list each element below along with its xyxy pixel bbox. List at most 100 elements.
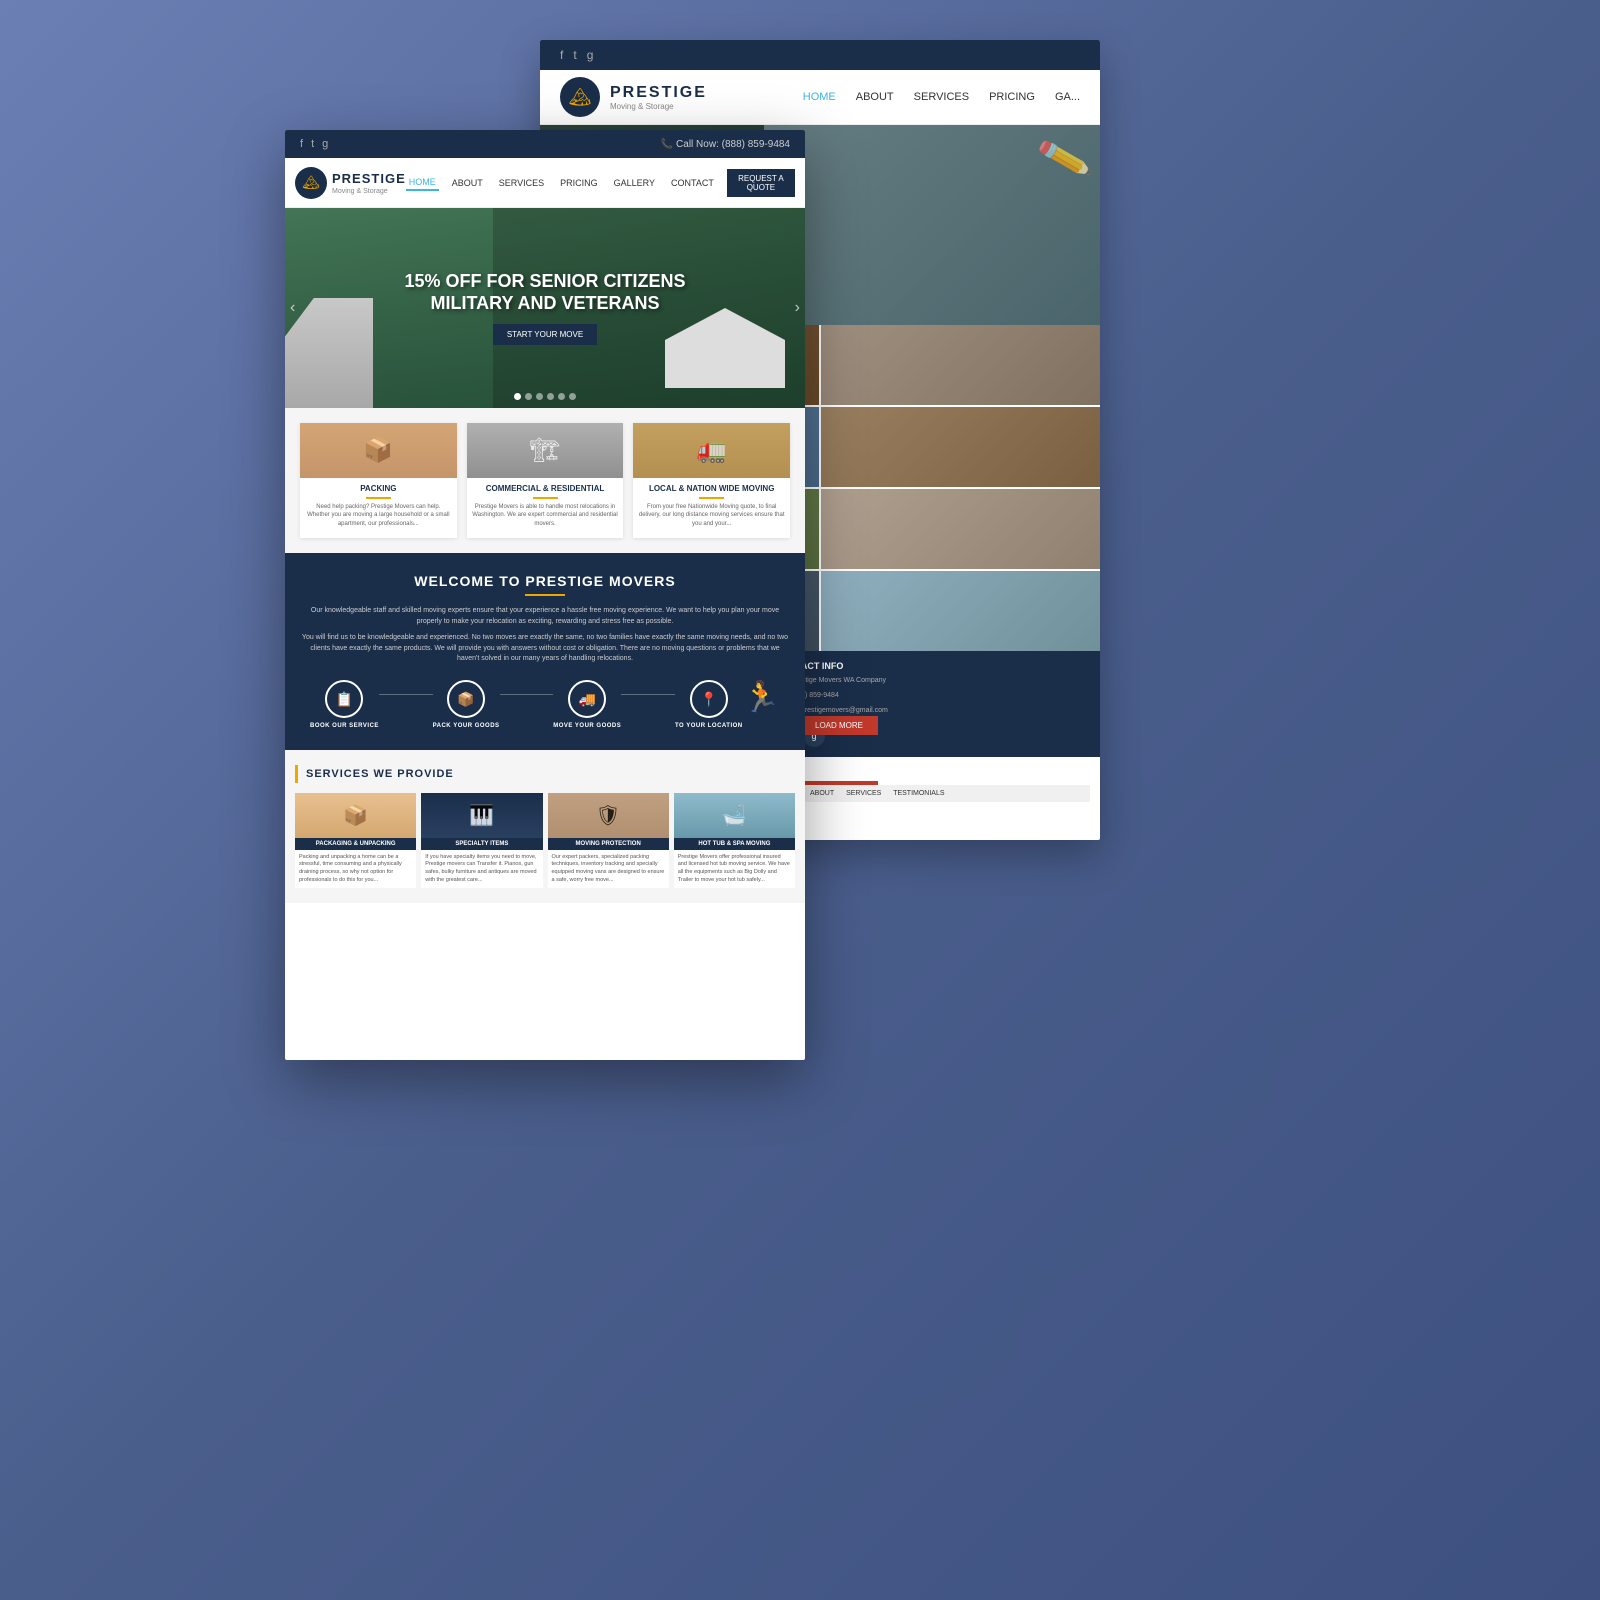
load-more-btn-1[interactable]: LOAD MORE	[800, 716, 878, 735]
step-connector-2	[500, 694, 554, 695]
provide-label-packaging: PACKAGING & UNPACKING	[295, 838, 416, 850]
nav-link-services[interactable]: SERVICES	[496, 176, 547, 190]
local-underline	[699, 497, 724, 499]
hero-dot-1[interactable]	[514, 393, 521, 400]
step-connector-3	[621, 694, 675, 695]
step-book-label: BOOK OUR SERVICE	[310, 723, 379, 729]
protection-icon: 🛡	[548, 793, 669, 838]
step-connector-1	[379, 694, 433, 695]
hero-next-arrow[interactable]: ›	[795, 299, 800, 317]
back-nav-pricing[interactable]: PRICING	[989, 91, 1035, 103]
hero-prev-arrow[interactable]: ‹	[290, 299, 295, 317]
commercial-underline	[533, 497, 558, 499]
provide-label-specialty: SPECIALTY ITEMS	[421, 838, 542, 850]
provide-img-hottub: 🛁	[674, 793, 795, 838]
nav-link-home[interactable]: HOME	[406, 175, 439, 191]
step-move-icon: 🚚	[568, 680, 606, 718]
service-card-packing: 📦 PACKING Need help packing? Prestige Mo…	[300, 423, 457, 538]
nav-link-pricing[interactable]: PRICING	[557, 176, 601, 190]
packing-illustration: 📦	[300, 423, 457, 478]
steps-row: 📋 BOOK OUR SERVICE 📦 PACK YOUR GOODS 🚚 M…	[300, 680, 790, 730]
services-provide-header: SERVICES WE PROVIDE	[295, 765, 795, 783]
front-twitter-icon[interactable]: t	[311, 138, 314, 150]
front-logo-sub: Moving & Storage	[332, 188, 406, 195]
service-title-local: LOCAL & NATION WIDE MOVING	[638, 484, 785, 493]
front-nav-links: HOME ABOUT SERVICES PRICING GALLERY CONT…	[406, 169, 795, 197]
back-facebook-icon[interactable]: f	[560, 48, 563, 62]
front-logo: 🏔 PRESTIGE Moving & Storage	[295, 167, 406, 199]
packaging-icon: 📦	[295, 793, 416, 838]
back-nav-home[interactable]: HOME	[803, 91, 836, 103]
front-facebook-icon[interactable]: f	[300, 138, 303, 150]
provide-card-hottub: 🛁 HOT TUB & SPA MOVING Prestige Movers o…	[674, 793, 795, 889]
provide-label-hottub: HOT TUB & SPA MOVING	[674, 838, 795, 850]
hero-title-line1: 15% OFF FOR SENIOR CITIZENS	[404, 271, 685, 293]
front-logo-text: PRESTIGE	[332, 171, 406, 186]
hero-dot-2[interactable]	[525, 393, 532, 400]
back-tab-about[interactable]: ABOUT	[810, 790, 834, 797]
gallery-thumb-2	[821, 325, 1100, 405]
back-google-icon[interactable]: g	[587, 48, 594, 62]
back-nav: 🏔 PRESTIGE Moving & Storage HOME ABOUT S…	[540, 70, 1100, 125]
request-quote-button[interactable]: REQUEST A QUOTE	[727, 169, 795, 197]
nav-link-about[interactable]: ABOUT	[449, 176, 486, 190]
hero-pagination-dots	[514, 393, 576, 400]
front-social-bar: f t g 📞 Call Now: (888) 859-9484	[285, 130, 805, 158]
back-twitter-icon[interactable]: t	[573, 48, 576, 62]
hero-dot-4[interactable]	[547, 393, 554, 400]
service-card-local: 🚛 LOCAL & NATION WIDE MOVING From your f…	[633, 423, 790, 538]
welcome-title: WELCOME TO PRESTIGE MOVERS	[300, 573, 790, 589]
section-accent-bar	[295, 765, 298, 783]
provide-cards-row: 📦 PACKAGING & UNPACKING Packing and unpa…	[295, 793, 795, 889]
provide-card-protection: 🛡 MOVING PROTECTION Our expert packers, …	[548, 793, 669, 889]
hero-dot-3[interactable]	[536, 393, 543, 400]
welcome-text-2: You will find us to be knowledgeable and…	[300, 633, 790, 665]
back-nav-gallery[interactable]: GA...	[1055, 91, 1080, 103]
provide-img-packaging: 📦	[295, 793, 416, 838]
welcome-text-1: Our knowledgeable staff and skilled movi…	[300, 606, 790, 627]
step-pack-icon: 📦	[447, 680, 485, 718]
provide-label-protection: MOVING PROTECTION	[548, 838, 669, 850]
gallery-thumb-4	[821, 407, 1100, 487]
hero-section: 15% OFF FOR SENIOR CITIZENS MILITARY AND…	[285, 208, 805, 408]
provide-desc-specialty: If you have specialty items you need to …	[421, 850, 542, 889]
gallery-thumb-6	[821, 489, 1100, 569]
front-logo-text-container: PRESTIGE Moving & Storage	[332, 170, 406, 195]
back-nav-services[interactable]: SERVICES	[914, 91, 969, 103]
back-tab-testimonials[interactable]: TESTIMONIALS	[893, 790, 944, 797]
back-nav-about[interactable]: ABOUT	[856, 91, 894, 103]
back-tab-services[interactable]: SERVICES	[846, 790, 881, 797]
front-google-icon[interactable]: g	[322, 138, 328, 150]
back-logo-text: PRESTIGE	[610, 84, 707, 101]
nav-link-contact[interactable]: CONTACT	[668, 176, 717, 190]
step-deliver: 📍 TO YOUR LOCATION	[675, 680, 743, 729]
hero-title-line2: MILITARY AND VETERANS	[404, 293, 685, 315]
step-pack-label: PACK YOUR GOODS	[433, 723, 500, 729]
service-img-local: 🚛	[633, 423, 790, 478]
provide-card-specialty: 🎹 SPECIALTY ITEMS If you have specialty …	[421, 793, 542, 889]
provide-desc-packaging: Packing and unpacking a home can be a st…	[295, 850, 416, 889]
nav-link-gallery[interactable]: GALLERY	[611, 176, 658, 190]
provide-desc-protection: Our expert packers, specialized packing …	[548, 850, 669, 889]
hottub-icon: 🛁	[674, 793, 795, 838]
hero-dot-5[interactable]	[558, 393, 565, 400]
step-move-label: MOVE YOUR GOODS	[553, 723, 621, 729]
provide-img-specialty: 🎹	[421, 793, 542, 838]
service-title-packing: PACKING	[305, 484, 452, 493]
service-cards-row: 📦 PACKING Need help packing? Prestige Mo…	[285, 408, 805, 553]
services-provide-section: SERVICES WE PROVIDE 📦 PACKAGING & UNPACK…	[285, 750, 805, 904]
back-footer-address: Prestige Movers WA Company	[791, 677, 886, 684]
front-phone-number: Call Now: (888) 859-9484	[676, 139, 790, 150]
service-desc-local: From your free Nationwide Moving quote, …	[638, 503, 785, 528]
hero-content: 15% OFF FOR SENIOR CITIZENS MILITARY AND…	[404, 271, 685, 345]
phone-icon-bar: 📞	[661, 139, 676, 150]
mover-figure: 🏃	[743, 680, 780, 715]
hero-cta-button[interactable]: START YOUR MOVE	[493, 324, 597, 345]
back-social-bar: f t g	[540, 40, 1100, 70]
front-nav: 🏔 PRESTIGE Moving & Storage HOME ABOUT S…	[285, 158, 805, 208]
step-deliver-label: TO YOUR LOCATION	[675, 723, 743, 729]
hero-dot-6[interactable]	[569, 393, 576, 400]
service-title-commercial: COMMERCIAL & RESIDENTIAL	[472, 484, 619, 493]
back-footer-contact-title: CONTACT INFO	[776, 661, 1085, 671]
step-pack: 📦 PACK YOUR GOODS	[433, 680, 500, 729]
